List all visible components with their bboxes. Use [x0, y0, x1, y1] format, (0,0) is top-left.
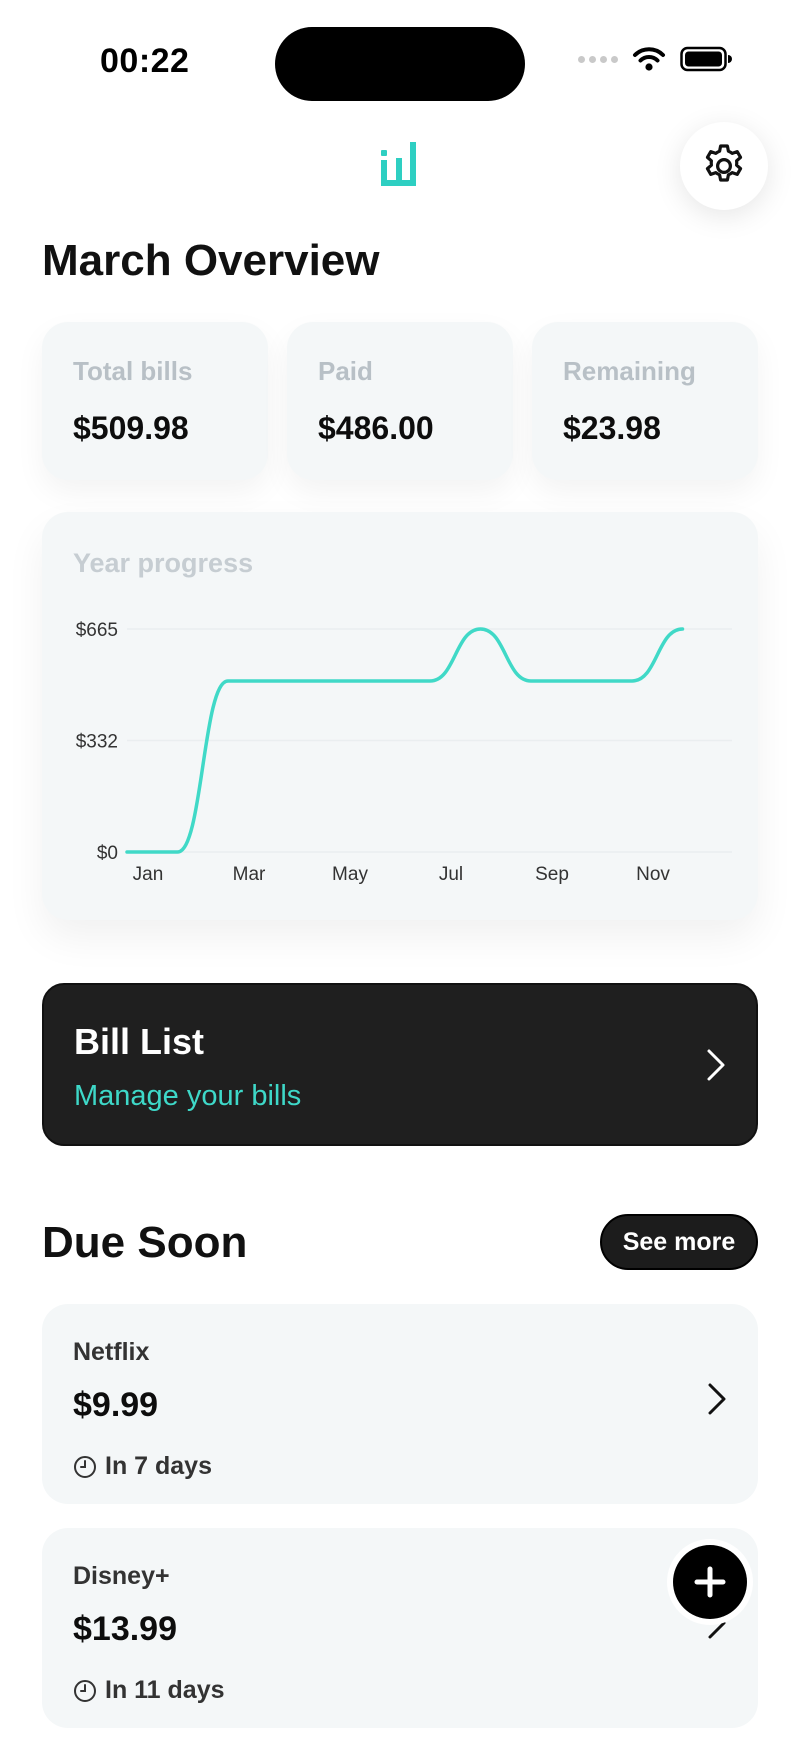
due-item-when-text: In 11 days [105, 1676, 225, 1704]
bill-list-card[interactable]: Bill List Manage your bills [42, 983, 758, 1146]
due-item-when-text: In 7 days [105, 1452, 212, 1480]
due-item-name: Disney+ [73, 1562, 170, 1590]
x-tick-label: Mar [233, 864, 266, 885]
due-item-when: In 11 days [73, 1676, 225, 1705]
see-more-button[interactable]: See more [600, 1214, 758, 1270]
x-tick-label: May [332, 864, 368, 885]
stat-label: Total bills [73, 356, 193, 386]
status-time: 00:22 [100, 42, 190, 80]
stat-label: Paid [318, 356, 373, 386]
settings-button[interactable] [680, 122, 768, 210]
year-progress-chart: $0 $332 $665 Jan Mar May Jul Sep Nov [76, 620, 732, 885]
x-tick-label: Sep [535, 864, 569, 885]
add-bill-button[interactable] [673, 1545, 747, 1619]
plus-icon [694, 1566, 726, 1598]
x-tick-label: Nov [636, 864, 670, 885]
clock-icon [74, 1679, 96, 1702]
wifi-icon [633, 47, 665, 71]
clock-icon [74, 1455, 96, 1478]
stat-label: Remaining [563, 356, 696, 386]
bill-list-subtitle: Manage your bills [74, 1080, 302, 1112]
due-item-when: In 7 days [73, 1452, 212, 1481]
chevron-right-icon [708, 1383, 726, 1415]
stat-value: $509.98 [73, 410, 189, 446]
section-title-due-soon: Due Soon [42, 1218, 248, 1267]
stat-card-paid: Paid $486.00 [287, 322, 513, 480]
status-icons [578, 46, 732, 72]
due-item-amount: $9.99 [73, 1386, 159, 1424]
page-title: March Overview [42, 236, 380, 285]
stat-card-remaining: Remaining $23.98 [532, 322, 758, 480]
cellular-signal-icon [578, 55, 618, 63]
due-item-netflix[interactable]: Netflix $9.99 In 7 days [42, 1304, 758, 1504]
stat-value: $23.98 [563, 410, 661, 446]
x-tick-label: Jan [133, 864, 164, 885]
battery-icon [680, 46, 732, 72]
app-logo [378, 140, 422, 191]
bill-list-title: Bill List [74, 1021, 205, 1062]
due-item-amount: $13.99 [73, 1610, 177, 1648]
bar-chart-logo-icon [381, 142, 416, 186]
gear-icon [705, 144, 743, 182]
chevron-right-icon [707, 1049, 725, 1081]
y-tick-label: $665 [76, 620, 118, 641]
stat-card-total: Total bills $509.98 [42, 322, 268, 480]
year-progress-card: Year progress $0 $332 $665 Jan Mar May Jul Sep N… [42, 512, 758, 920]
due-item-name: Netflix [73, 1338, 150, 1366]
due-item-disney[interactable]: Disney+ $13.99 In 11 days [42, 1528, 758, 1728]
dynamic-island [275, 27, 525, 101]
y-tick-label: $332 [76, 732, 118, 753]
stat-value: $486.00 [318, 410, 434, 446]
x-tick-label: Jul [439, 864, 463, 885]
y-tick-label: $0 [97, 843, 118, 864]
